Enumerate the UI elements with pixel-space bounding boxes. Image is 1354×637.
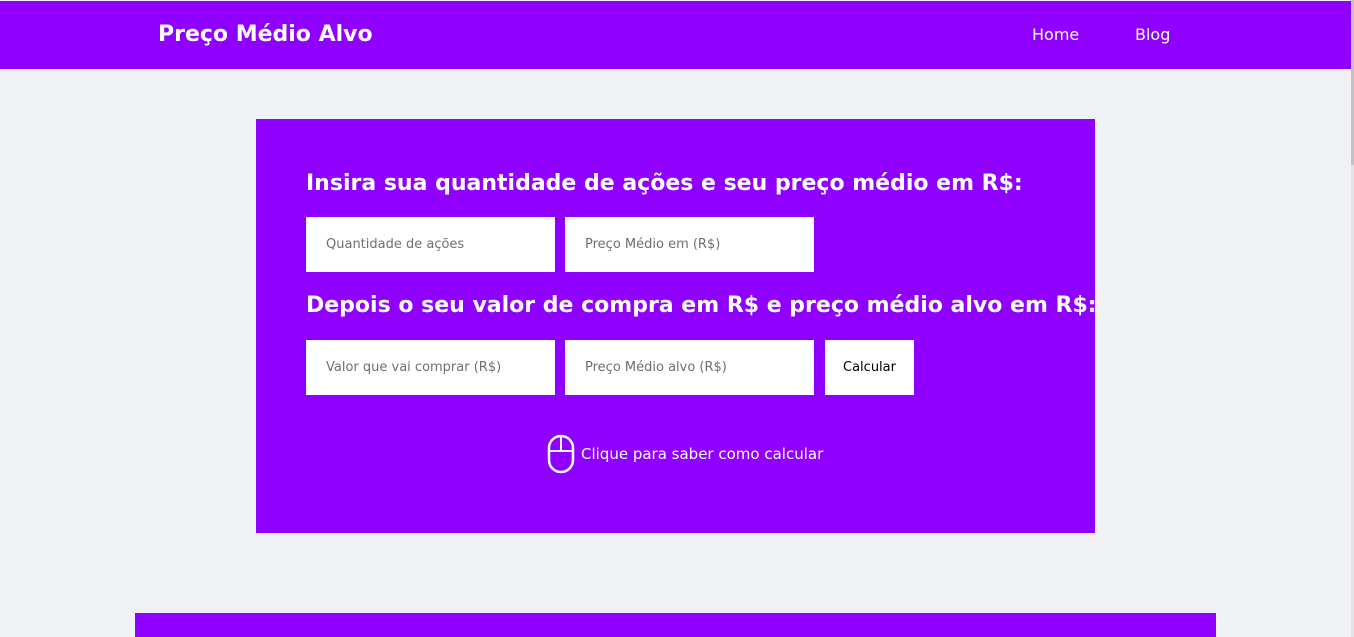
how-to-calculate-label: Clique para saber como calcular — [581, 445, 824, 463]
quantity-input[interactable] — [306, 217, 555, 272]
calculate-button[interactable]: Calcular — [825, 340, 914, 395]
step-2-heading: Depois o seu valor de compra em R$ e pre… — [306, 293, 1097, 318]
brand-logo[interactable]: Preço Médio Alvo — [158, 20, 373, 50]
purchase-value-input[interactable] — [306, 340, 555, 395]
top-navbar: Preço Médio Alvo Home Blog — [0, 1, 1351, 69]
how-to-calculate-link[interactable]: Clique para saber como calcular — [547, 434, 823, 474]
mouse-icon — [547, 434, 575, 474]
next-section-band — [135, 613, 1216, 637]
target-average-input[interactable] — [565, 340, 814, 395]
nav-link-home[interactable]: Home — [1032, 24, 1079, 46]
average-price-input[interactable] — [565, 217, 814, 272]
step-1-heading: Insira sua quantidade de ações e seu pre… — [306, 171, 1023, 196]
nav-link-blog[interactable]: Blog — [1135, 24, 1170, 46]
calculator-card: Insira sua quantidade de ações e seu pre… — [256, 119, 1097, 533]
